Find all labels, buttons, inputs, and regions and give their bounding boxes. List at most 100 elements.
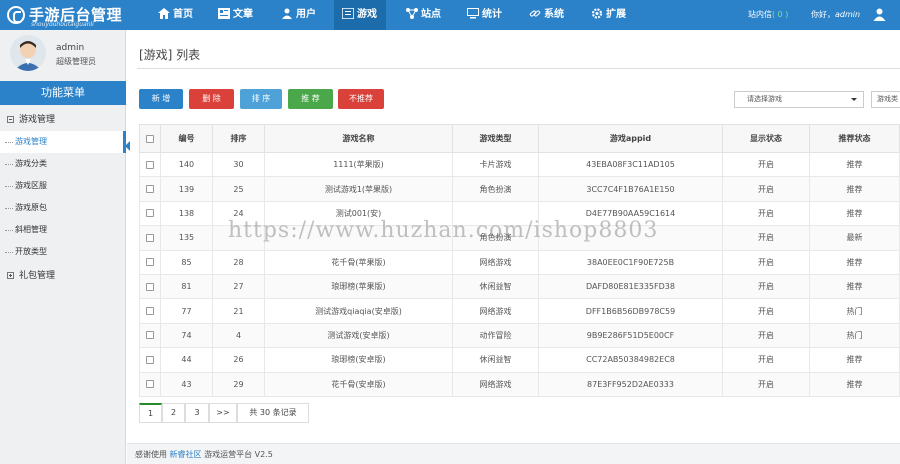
select-all-checkbox[interactable] (146, 134, 154, 143)
table-cell: 25 (212, 176, 265, 202)
row-checkbox[interactable] (146, 307, 154, 316)
table-row[interactable]: 139 25 测试游戏1(苹果版) 角色扮演 3CC7C4F1B76A1E150 开启 推荐 (139, 176, 900, 202)
sidebar-item-tag-manage[interactable]: 斜相管理 (0, 219, 126, 241)
sidebar-item-game-manage[interactable]: 游戏管理 (0, 131, 126, 153)
table-row[interactable]: 140 30 1111(苹果版) 卡片游戏 43EBA08F3C11AD105 开启 推荐 (139, 151, 900, 178)
table-cell: 休闲益智 (452, 347, 539, 373)
sidebar-item-open-type[interactable]: 开放类型 (0, 241, 126, 263)
home-icon (158, 8, 170, 19)
row-checkbox[interactable] (146, 258, 154, 267)
table-row[interactable]: 81 27 琅琊榜(苹果版) 休闲益智 DAFD80E81E335FD38 开启 推荐 (139, 273, 900, 300)
profile: admin 超级管理员 (0, 30, 126, 80)
nav-system[interactable]: 系统 (529, 0, 564, 30)
table-cell: 24 (212, 200, 265, 227)
unrecommend-button[interactable]: 不推荐 (338, 89, 384, 109)
row-checkbox[interactable] (146, 185, 154, 194)
column-header[interactable]: 推荐状态 (809, 124, 900, 153)
sidebar-item-game-package[interactable]: 游戏原包 (0, 197, 126, 219)
menu-group-gifts[interactable]: 礼包管理 (0, 265, 126, 287)
table-cell: 测试001(安) (264, 200, 453, 227)
nav-game-label: 游戏 (357, 9, 377, 20)
table-row[interactable]: 138 24 测试001(安) D4E77B90AA59C1614 开启 推荐 (139, 200, 900, 227)
gear-icon (591, 8, 603, 19)
row-select-cell[interactable] (139, 225, 161, 251)
next-page-button[interactable]: >> (209, 403, 237, 423)
row-select-cell[interactable] (139, 151, 161, 178)
game-table: 编号 排序 游戏名称 游戏类型 游戏appid 显示状态 推荐状态 140 30 1… (139, 124, 900, 397)
footer-text: 感谢使用 新睿社区 游戏运营平台 V2.5 (135, 449, 273, 460)
row-checkbox[interactable] (146, 355, 154, 364)
row-checkbox[interactable] (146, 233, 154, 242)
select-all-cell[interactable] (139, 124, 161, 153)
row-checkbox[interactable] (146, 331, 154, 340)
nav-system-label: 系统 (544, 9, 564, 20)
table-cell: CC72AB50384982EC8 (538, 347, 723, 373)
row-checkbox[interactable] (146, 282, 154, 291)
column-header[interactable]: 游戏类型 (452, 124, 539, 153)
table-row[interactable]: 77 21 测试游戏qiaqia(安卓版) 网络游戏 DFF1B6B56DB978C59… (139, 298, 900, 324)
table-cell: 44 (160, 347, 213, 373)
brand-logo[interactable]: 手游后台管理 shouyouhoutaiguanli (5, 3, 130, 28)
row-select-cell[interactable] (139, 273, 161, 300)
nav-site[interactable]: 站点 (406, 0, 441, 30)
table-cell: 开启 (722, 225, 810, 251)
table-cell: 网络游戏 (452, 249, 539, 275)
row-select-cell[interactable] (139, 371, 161, 397)
column-header[interactable]: 游戏名称 (264, 124, 453, 153)
nav-extension[interactable]: 扩展 (591, 0, 626, 30)
table-row[interactable]: 74 4 测试游戏(安卓版) 动作冒险 9B9E286F51D5E00CF 开启 热门 (139, 322, 900, 349)
table-cell: 27 (212, 273, 265, 300)
page-button[interactable]: 2 (162, 403, 185, 423)
row-checkbox[interactable] (146, 160, 154, 169)
row-checkbox[interactable] (146, 380, 154, 389)
row-checkbox[interactable] (146, 209, 154, 218)
game-type-select[interactable]: 游戏类 (871, 91, 900, 108)
row-select-cell[interactable] (139, 249, 161, 275)
table-cell: 琅琊榜(安卓版) (264, 347, 453, 373)
row-select-cell[interactable] (139, 200, 161, 227)
table-cell: 休闲益智 (452, 273, 539, 300)
table-cell: 138 (160, 200, 213, 227)
table-row[interactable]: 85 28 花千骨(苹果版) 网络游戏 38A0EE0C1F90E725B 开启 推荐 (139, 249, 900, 275)
table-cell: 开启 (722, 322, 810, 349)
table-cell: 135 (160, 225, 213, 251)
sort-button[interactable]: 排 序 (240, 89, 282, 109)
delete-button[interactable]: 删 除 (189, 89, 234, 109)
table-cell: 28 (212, 249, 265, 275)
footer-prefix: 感谢使用 (135, 450, 167, 459)
table-cell (264, 225, 453, 251)
nav-article[interactable]: 文章 (218, 0, 253, 30)
footer: 感谢使用 新睿社区 游戏运营平台 V2.5 (127, 443, 900, 464)
table-row[interactable]: 44 26 琅琊榜(安卓版) 休闲益智 CC72AB50384982EC8 开启 推荐 (139, 347, 900, 373)
column-header[interactable]: 编号 (160, 124, 213, 153)
sidebar-item-game-server[interactable]: 游戏区服 (0, 175, 126, 197)
column-header[interactable]: 显示状态 (722, 124, 810, 153)
main-content: [游戏] 列表 新 增 删 除 排 序 推 荐 不推荐 请选择游戏 游戏类 编号… (127, 30, 900, 464)
site-icon (406, 8, 418, 19)
table-row[interactable]: 43 29 花千骨(安卓版) 网络游戏 87E3FF952D2AE0333 开启 推荐 (139, 371, 900, 397)
nav-game[interactable]: 游戏 (334, 0, 386, 30)
row-select-cell[interactable] (139, 347, 161, 373)
avatar[interactable] (10, 35, 46, 71)
new-button[interactable]: 新 增 (139, 89, 183, 109)
game-select[interactable]: 请选择游戏 (734, 91, 864, 108)
nav-home[interactable]: 首页 (158, 0, 193, 30)
column-header[interactable]: 游戏appid (538, 124, 723, 153)
table-row[interactable]: 135 角色扮演 开启 最新 (139, 225, 900, 251)
footer-link[interactable]: 新睿社区 (170, 450, 202, 459)
account-icon[interactable] (873, 8, 886, 21)
messages-count: ( 0 ) (772, 10, 789, 19)
page-button[interactable]: 3 (185, 403, 209, 423)
nav-user[interactable]: 用户 (281, 0, 316, 30)
nav-stats[interactable]: 统计 (467, 0, 502, 30)
page-button[interactable]: 1 (139, 403, 162, 423)
table-cell: 43 (160, 371, 213, 397)
menu-group-games[interactable]: 游戏管理 (0, 109, 126, 131)
recommend-button[interactable]: 推 荐 (288, 89, 333, 109)
site-messages[interactable]: 站内信( 0 ) (748, 0, 788, 30)
column-header[interactable]: 排序 (212, 124, 265, 153)
row-select-cell[interactable] (139, 298, 161, 324)
sidebar-item-game-category[interactable]: 游戏分类 (0, 153, 126, 175)
row-select-cell[interactable] (139, 322, 161, 349)
row-select-cell[interactable] (139, 176, 161, 202)
